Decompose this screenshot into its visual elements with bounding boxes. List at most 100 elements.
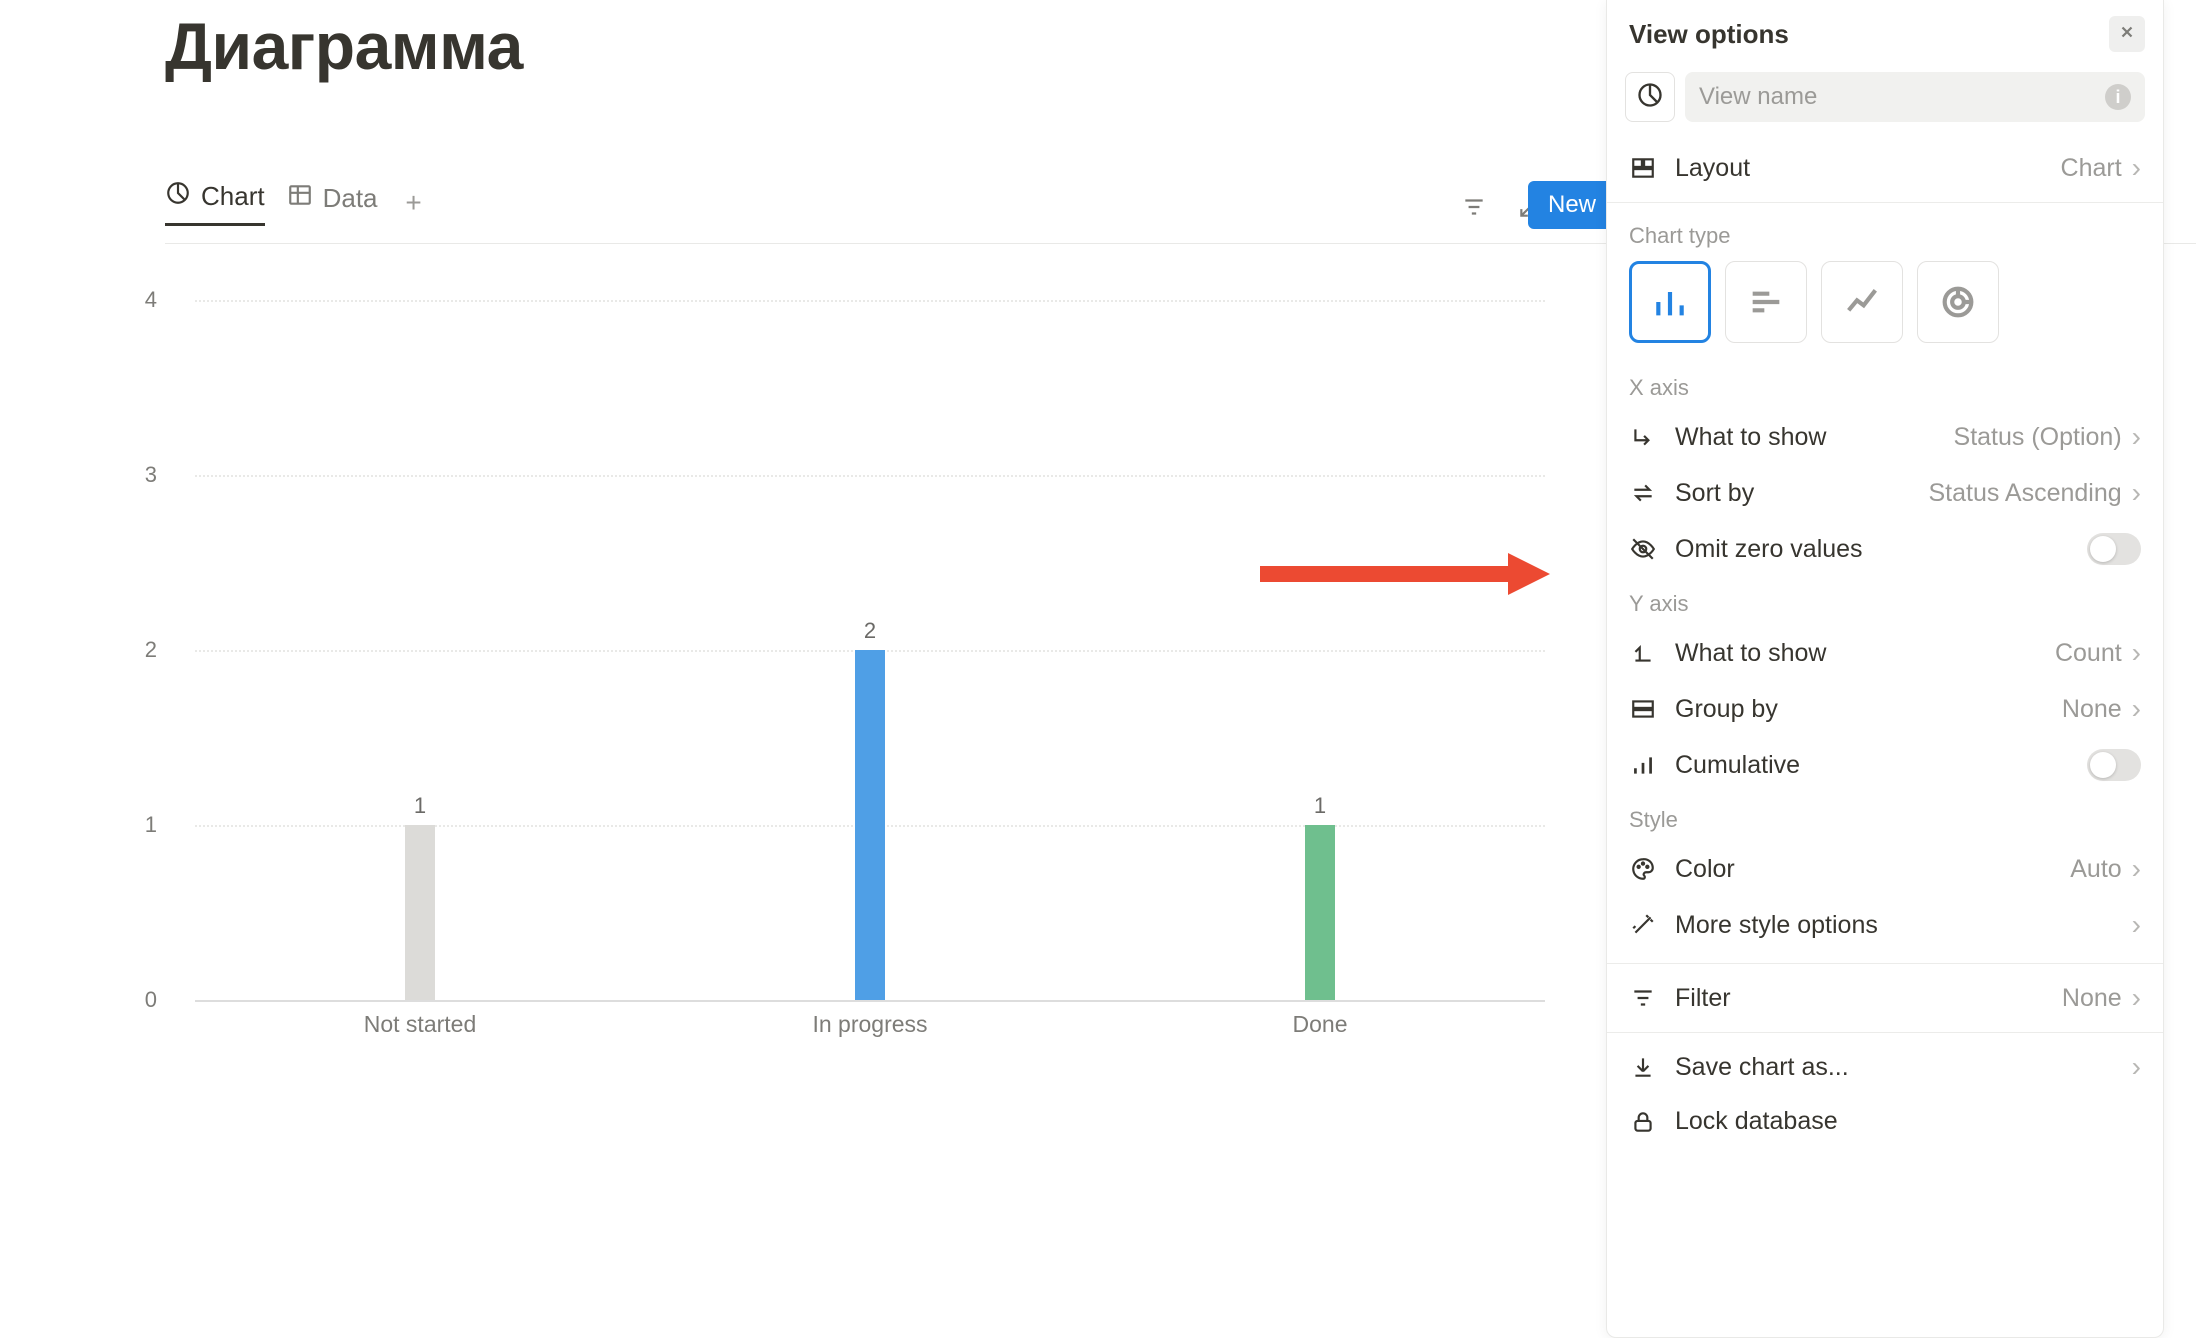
row-label: Lock database	[1675, 1107, 1838, 1136]
gridline	[195, 1000, 1545, 1002]
swap-icon	[1629, 479, 1657, 507]
placeholder: View name	[1699, 83, 1817, 111]
row-label: Cumulative	[1675, 751, 1800, 780]
y-group-by-row[interactable]: Group by None ›	[1607, 681, 2163, 737]
y-tick-label: 3	[145, 462, 157, 488]
y-tick-label: 2	[145, 637, 157, 663]
x-category-label: Not started	[195, 1011, 645, 1038]
y-cumulative-row[interactable]: Cumulative	[1607, 737, 2163, 793]
view-tabs: Chart Data +	[165, 180, 428, 238]
bar-value-label: 1	[414, 793, 426, 819]
row-label: More style options	[1675, 911, 1878, 940]
chart-type-donut[interactable]	[1917, 261, 1999, 343]
table-icon	[287, 182, 313, 215]
bar-column: 1Done	[1095, 300, 1545, 1000]
eye-off-icon	[1629, 535, 1657, 563]
style-color-row[interactable]: Color Auto ›	[1607, 841, 2163, 897]
row-label: Save chart as...	[1675, 1053, 1849, 1082]
chart-type-label: Chart type	[1607, 209, 2163, 257]
page-title: Диаграмма	[165, 8, 523, 84]
panel-title: View options	[1629, 19, 1789, 50]
bars-icon	[1629, 751, 1657, 779]
bar[interactable]: 1	[1305, 825, 1335, 1000]
tab-chart[interactable]: Chart	[165, 180, 265, 226]
pie-chart-icon	[165, 180, 191, 213]
filter-row[interactable]: Filter None ›	[1607, 970, 2163, 1026]
row-label: Filter	[1675, 984, 1731, 1013]
y-tick-label: 4	[145, 287, 157, 313]
x-sort-by-row[interactable]: Sort by Status Ascending ›	[1607, 465, 2163, 521]
x-category-label: Done	[1095, 1011, 1545, 1038]
row-value: None	[2062, 984, 2122, 1013]
layout-value: Chart	[2061, 154, 2122, 183]
chevron-right-icon: ›	[2132, 421, 2141, 453]
chart-type-horizontal-bar[interactable]	[1725, 261, 1807, 343]
layout-label: Layout	[1675, 154, 1750, 183]
view-options-panel: View options View name i Layout Chart ›	[1606, 0, 2164, 1338]
close-icon	[2118, 23, 2136, 46]
tab-data[interactable]: Data	[287, 182, 378, 225]
row-label: What to show	[1675, 639, 1826, 668]
y-tick-label: 0	[145, 987, 157, 1013]
chart-type-line[interactable]	[1821, 261, 1903, 343]
style-more-row[interactable]: More style options ›	[1607, 897, 2163, 953]
rows-icon	[1629, 695, 1657, 723]
x-omit-zero-row[interactable]: Omit zero values	[1607, 521, 2163, 577]
row-label: Sort by	[1675, 479, 1754, 508]
row-value: None	[2062, 695, 2122, 724]
save-chart-row[interactable]: Save chart as... ›	[1607, 1039, 2163, 1095]
chevron-right-icon: ›	[2132, 982, 2141, 1014]
chevron-right-icon: ›	[2132, 637, 2141, 669]
bar-value-label: 2	[864, 618, 876, 644]
bar[interactable]: 1	[405, 825, 435, 1000]
row-label: What to show	[1675, 423, 1826, 452]
row-label: Omit zero values	[1675, 535, 1863, 564]
layout-row[interactable]: Layout Chart ›	[1607, 140, 2163, 196]
y-tick-label: 1	[145, 812, 157, 838]
row-value: Status (Option)	[1954, 423, 2122, 452]
x-what-to-show-row[interactable]: What to show Status (Option) ›	[1607, 409, 2163, 465]
cumulative-toggle[interactable]	[2087, 749, 2141, 781]
layout-icon	[1629, 154, 1657, 182]
lock-database-row[interactable]: Lock database	[1607, 1095, 2163, 1148]
wand-icon	[1629, 911, 1657, 939]
download-icon	[1629, 1053, 1657, 1081]
row-value: Status Ascending	[1928, 479, 2121, 508]
style-label: Style	[1607, 793, 2163, 841]
row-value: Count	[2055, 639, 2122, 668]
y-axis-label: Y axis	[1607, 577, 2163, 625]
omit-zero-toggle[interactable]	[2087, 533, 2141, 565]
y-what-to-show-row[interactable]: What to show Count ›	[1607, 625, 2163, 681]
palette-icon	[1629, 855, 1657, 883]
lock-icon	[1629, 1108, 1657, 1136]
add-view-button[interactable]: +	[400, 189, 428, 217]
chart-type-picker	[1607, 257, 2163, 361]
filter-icon	[1629, 984, 1657, 1012]
row-label: Group by	[1675, 695, 1778, 724]
chevron-right-icon: ›	[2132, 693, 2141, 725]
bar[interactable]: 2	[855, 650, 885, 1000]
info-icon[interactable]: i	[2105, 84, 2131, 110]
view-icon-picker[interactable]	[1625, 72, 1675, 122]
view-name-input[interactable]: View name i	[1685, 72, 2145, 122]
chevron-right-icon: ›	[2132, 853, 2141, 885]
arrow-up-left-icon	[1629, 639, 1657, 667]
chevron-right-icon: ›	[2132, 477, 2141, 509]
row-label: Color	[1675, 855, 1735, 884]
x-category-label: In progress	[645, 1011, 1095, 1038]
x-axis-label: X axis	[1607, 361, 2163, 409]
chart-type-bar[interactable]	[1629, 261, 1711, 343]
filter-icon[interactable]	[1452, 185, 1496, 229]
tab-label: Chart	[201, 181, 265, 212]
new-button-label: New	[1548, 191, 1596, 219]
bar-column: 2In progress	[645, 300, 1095, 1000]
tab-label: Data	[323, 183, 378, 214]
pie-chart-icon	[1636, 81, 1664, 114]
arrow-right-down-icon	[1629, 423, 1657, 451]
chevron-right-icon: ›	[2132, 152, 2141, 184]
chevron-right-icon: ›	[2132, 909, 2141, 941]
close-button[interactable]	[2109, 16, 2145, 52]
bar-chart: 01234 1Not started2In progress1Done	[165, 300, 1545, 1040]
bar-value-label: 1	[1314, 793, 1326, 819]
row-value: Auto	[2070, 855, 2121, 884]
